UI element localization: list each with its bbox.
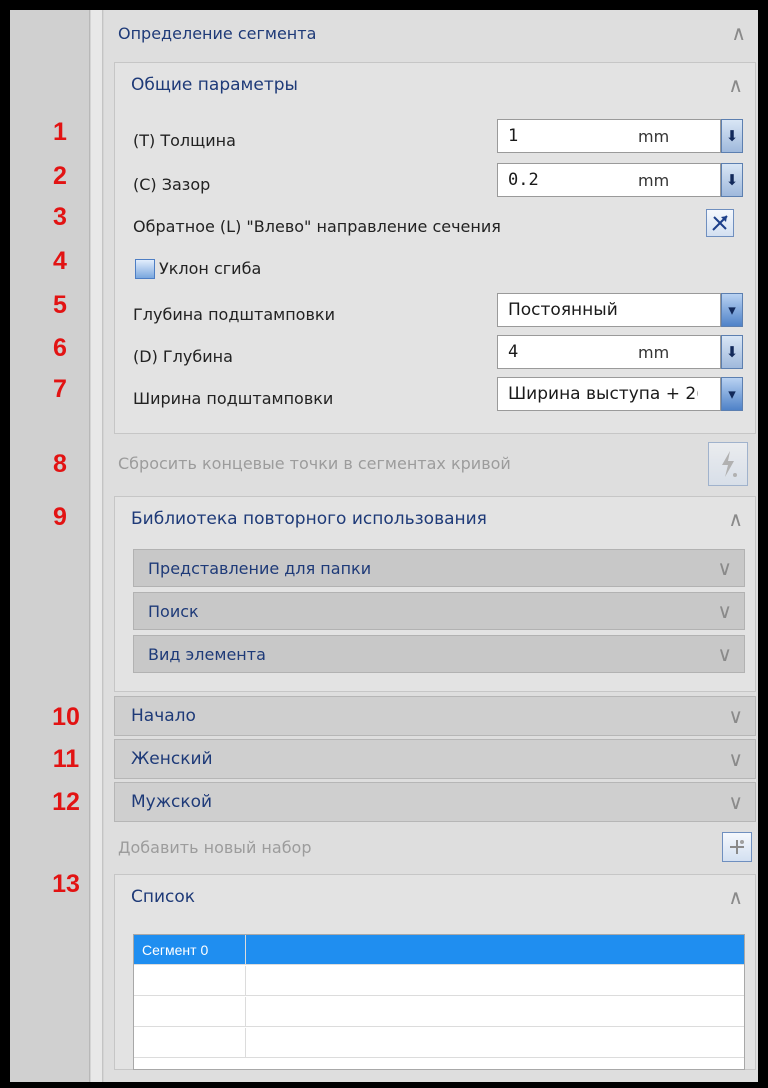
reset-endpoints-label: Сбросить концевые точки в сегментах крив…: [118, 454, 511, 473]
element-view-label: Вид элемента: [148, 644, 266, 664]
segment-cell[interactable]: [134, 997, 246, 1026]
chevron-down-icon[interactable]: ∨: [717, 599, 732, 623]
marker-13: 13: [52, 870, 80, 898]
table-row[interactable]: [134, 966, 744, 996]
marker-2: 2: [53, 162, 67, 190]
marker-6: 6: [53, 334, 67, 362]
emboss-depth-label: Глубина подштамповки: [133, 305, 335, 324]
chevron-up-icon[interactable]: ∧: [728, 507, 743, 531]
general-params-title: Общие параметры: [131, 75, 298, 95]
reuse-library-group: Библиотека повторного использования ∧ Пр…: [114, 496, 756, 692]
bend-relief-checkbox[interactable]: [135, 259, 155, 279]
depth-unit: mm: [638, 342, 670, 362]
marker-5: 5: [53, 291, 67, 319]
gap-field[interactable]: 0.2 mm: [497, 163, 721, 197]
gap-label: (C) Зазор: [133, 175, 211, 194]
chevron-down-icon[interactable]: ∨: [728, 747, 743, 771]
chevron-down-icon[interactable]: ∨: [728, 704, 743, 728]
depth-field[interactable]: 4 mm: [497, 335, 721, 369]
panel-title: Определение сегмента: [118, 23, 317, 43]
chevron-down-icon[interactable]: ∨: [717, 556, 732, 580]
male-section[interactable]: Мужской ∨: [114, 782, 756, 822]
table-row[interactable]: [134, 997, 744, 1027]
segment-cell[interactable]: Сегмент 0: [134, 935, 246, 964]
reverse-direction-button[interactable]: [706, 209, 734, 237]
start-section[interactable]: Начало ∨: [114, 696, 756, 736]
thickness-field[interactable]: 1 mm: [497, 119, 721, 153]
reuse-library-header[interactable]: Библиотека повторного использования ∧: [115, 497, 755, 541]
marker-9: 9: [53, 503, 67, 531]
reverse-direction-label: Обратное (L) "Влево" направление сечения: [133, 217, 501, 236]
reset-endpoints-button[interactable]: [708, 442, 748, 486]
bend-relief-label: Уклон сгиба: [159, 259, 262, 278]
emboss-depth-value: Постоянный: [508, 300, 618, 320]
chevron-down-icon: ▾: [728, 385, 736, 403]
thickness-value[interactable]: 1: [498, 126, 638, 146]
table-row[interactable]: Сегмент 0: [134, 935, 744, 965]
add-set-button[interactable]: [722, 832, 752, 862]
marker-1: 1: [53, 118, 67, 146]
search-section[interactable]: Поиск ∨: [133, 592, 745, 630]
gap-unit: mm: [638, 170, 670, 190]
depth-label: (D) Глубина: [133, 347, 233, 366]
chevron-up-icon[interactable]: ∧: [728, 885, 743, 909]
emboss-depth-dropdown-button[interactable]: ▾: [721, 293, 743, 327]
thickness-unit: mm: [638, 126, 670, 146]
add-set-icon: [730, 840, 744, 854]
search-label: Поиск: [148, 601, 199, 621]
list-group: Список ∧ Сегмент 0: [114, 874, 756, 1070]
arrow-down-icon: ⬇: [725, 127, 739, 145]
general-params-group: Общие параметры ∧ (T) Толщина 1 mm ⬇ (C)…: [114, 62, 756, 434]
emboss-width-value: Ширина выступа + 2(: [508, 384, 698, 404]
marker-8: 8: [53, 450, 67, 478]
reverse-direction-icon: [712, 215, 728, 231]
emboss-width-label: Ширина подштамповки: [133, 389, 334, 408]
chevron-up-icon[interactable]: ∧: [731, 21, 746, 45]
gap-value[interactable]: 0.2: [498, 170, 638, 190]
thickness-dropdown-button[interactable]: ⬇: [721, 119, 743, 153]
segment-list-table[interactable]: Сегмент 0: [133, 934, 745, 1070]
emboss-depth-select[interactable]: Постоянный: [497, 293, 721, 327]
depth-value[interactable]: 4: [498, 342, 638, 362]
gap-dropdown-button[interactable]: ⬇: [721, 163, 743, 197]
add-set-label: Добавить новый набор: [118, 838, 312, 857]
table-row[interactable]: [134, 1028, 744, 1058]
list-title: Список: [131, 887, 196, 907]
marker-11: 11: [52, 745, 80, 773]
panel-gutter: [91, 10, 103, 1082]
folder-view-label: Представление для папки: [148, 558, 372, 578]
general-params-header[interactable]: Общие параметры ∧: [115, 63, 755, 107]
folder-view-section[interactable]: Представление для папки ∨: [133, 549, 745, 587]
panel-title-bar[interactable]: Определение сегмента ∧: [104, 12, 758, 54]
female-section[interactable]: Женский ∨: [114, 739, 756, 779]
marker-7: 7: [53, 375, 67, 403]
thickness-label: (T) Толщина: [133, 131, 236, 150]
depth-dropdown-button[interactable]: ⬇: [721, 335, 743, 369]
arrow-down-icon: ⬇: [725, 171, 739, 189]
chevron-up-icon[interactable]: ∧: [728, 73, 743, 97]
marker-4: 4: [53, 247, 67, 275]
arrow-down-icon: ⬇: [725, 343, 739, 361]
female-section-label: Женский: [131, 749, 213, 769]
element-view-section[interactable]: Вид элемента ∨: [133, 635, 745, 673]
segment-cell[interactable]: [134, 966, 246, 995]
emboss-width-dropdown-button[interactable]: ▾: [721, 377, 743, 411]
chevron-down-icon[interactable]: ∨: [717, 642, 732, 666]
marker-10: 10: [52, 703, 80, 731]
start-section-label: Начало: [131, 706, 196, 726]
lightning-icon: [722, 451, 737, 477]
male-section-label: Мужской: [131, 792, 213, 812]
marker-3: 3: [53, 203, 67, 231]
marker-12: 12: [52, 788, 80, 816]
reuse-library-title: Библиотека повторного использования: [131, 509, 487, 529]
chevron-down-icon: ▾: [728, 301, 736, 319]
list-header[interactable]: Список ∧: [115, 875, 755, 919]
chevron-down-icon[interactable]: ∨: [728, 790, 743, 814]
emboss-width-select[interactable]: Ширина выступа + 2(: [497, 377, 721, 411]
segment-cell[interactable]: [134, 1028, 246, 1057]
